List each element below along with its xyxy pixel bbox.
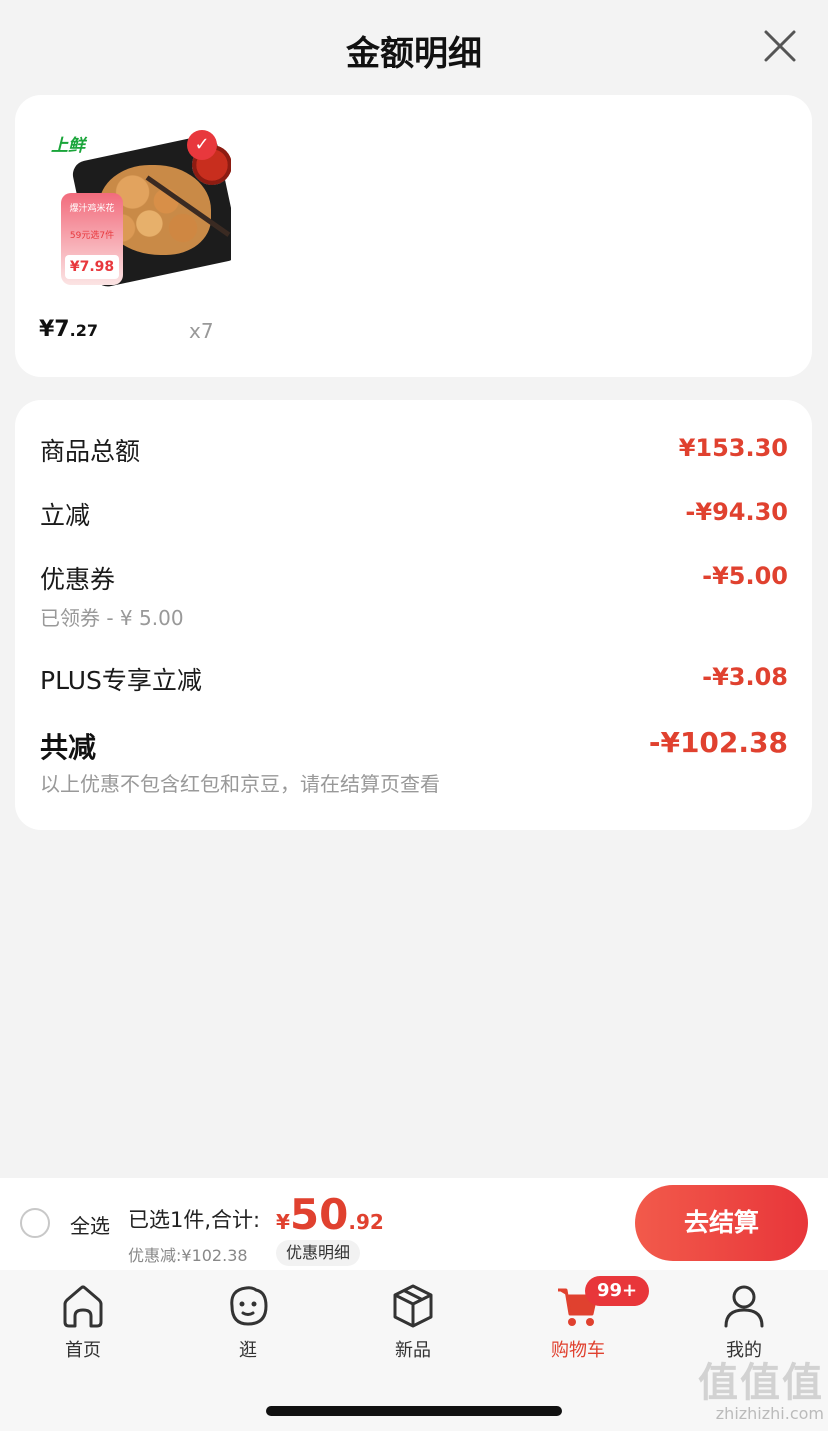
tab-home[interactable]: 首页 bbox=[33, 1282, 133, 1362]
row-amount: -¥3.08 bbox=[702, 663, 788, 691]
row-amount: -¥94.30 bbox=[685, 498, 788, 526]
tab-label: 逛 bbox=[239, 1340, 257, 1361]
total-amount: -¥102.38 bbox=[648, 726, 788, 759]
select-all-checkbox[interactable] bbox=[20, 1208, 50, 1238]
price-integer: ¥7 bbox=[39, 317, 70, 342]
close-icon[interactable] bbox=[762, 28, 798, 64]
checkout-bar: 全选 已选1件,合计: ¥50.92 优惠减:¥102.38 优惠明细 去结算 bbox=[0, 1178, 828, 1270]
row-label: 优惠券 bbox=[40, 565, 116, 594]
product-card: ✓ 上鲜 爆汁鸡米花 59元选7件 ¥7.98 ¥7.27 x7 bbox=[15, 95, 812, 377]
tab-new[interactable]: 新品 bbox=[363, 1282, 463, 1362]
product-price: ¥7.27 bbox=[39, 317, 98, 342]
watermark-logo: 值值值 bbox=[698, 1360, 824, 1406]
promo-tag: 爆汁鸡米花 59元选7件 ¥7.98 bbox=[61, 193, 123, 285]
total-integer: 50 bbox=[289, 1190, 349, 1239]
row-amount: -¥5.00 bbox=[702, 562, 788, 590]
total-price: ¥50.92 bbox=[276, 1190, 384, 1239]
user-icon bbox=[724, 1285, 764, 1328]
promo-offer: 59元选7件 bbox=[69, 231, 115, 241]
total-yen: ¥ bbox=[276, 1210, 290, 1234]
tab-label: 首页 bbox=[65, 1340, 101, 1361]
page-title: 金额明细 bbox=[346, 34, 482, 74]
row-amount: ¥153.30 bbox=[678, 434, 788, 462]
tab-label: 购物车 bbox=[551, 1340, 605, 1361]
selected-info: 已选1件,合计: bbox=[128, 1208, 261, 1232]
tab-label: 新品 bbox=[395, 1340, 431, 1361]
watermark: 值值值 zhizhizhi.com bbox=[676, 1350, 824, 1423]
product-thumbnail[interactable]: ✓ 上鲜 爆汁鸡米花 59元选7件 ¥7.98 bbox=[47, 125, 231, 387]
cart-count-badge: 99+ bbox=[585, 1276, 650, 1306]
product-quantity: x7 bbox=[189, 319, 214, 343]
checkout-button[interactable]: 去结算 bbox=[635, 1185, 808, 1261]
face-icon bbox=[230, 1286, 268, 1326]
product-image: ✓ 上鲜 爆汁鸡米花 59元选7件 ¥7.98 bbox=[47, 125, 231, 290]
home-indicator[interactable] bbox=[266, 1406, 562, 1416]
promo-price: ¥7.98 bbox=[65, 255, 119, 279]
total-decimal: .92 bbox=[348, 1210, 384, 1234]
row-label: 立减 bbox=[40, 501, 91, 530]
box-icon bbox=[393, 1284, 433, 1328]
discount-info: 优惠减:¥102.38 bbox=[128, 1246, 248, 1265]
price-cents: .27 bbox=[69, 321, 98, 340]
header: 金额明细 bbox=[0, 0, 828, 95]
check-icon: ✓ bbox=[187, 130, 217, 160]
row-label: 商品总额 bbox=[40, 437, 141, 466]
home-icon bbox=[63, 1285, 103, 1328]
brand-logo: 上鲜 bbox=[51, 136, 85, 156]
promo-title: 爆汁鸡米花 bbox=[69, 204, 115, 214]
total-label: 共减 bbox=[40, 731, 97, 764]
row-subtext: 已领券 - ¥ 5.00 bbox=[40, 606, 184, 630]
row-label: PLUS专享立减 bbox=[40, 666, 202, 695]
amount-detail-card: 商品总额 ¥153.30 立减 -¥94.30 优惠券 -¥5.00 已领券 -… bbox=[15, 400, 812, 830]
tab-browse[interactable]: 逛 bbox=[198, 1282, 298, 1362]
discount-detail-button[interactable]: 优惠明细 bbox=[276, 1240, 361, 1266]
total-note: 以上优惠不包含红包和京豆，请在结算页查看 bbox=[40, 772, 440, 796]
select-all-label[interactable]: 全选 bbox=[70, 1210, 110, 1239]
